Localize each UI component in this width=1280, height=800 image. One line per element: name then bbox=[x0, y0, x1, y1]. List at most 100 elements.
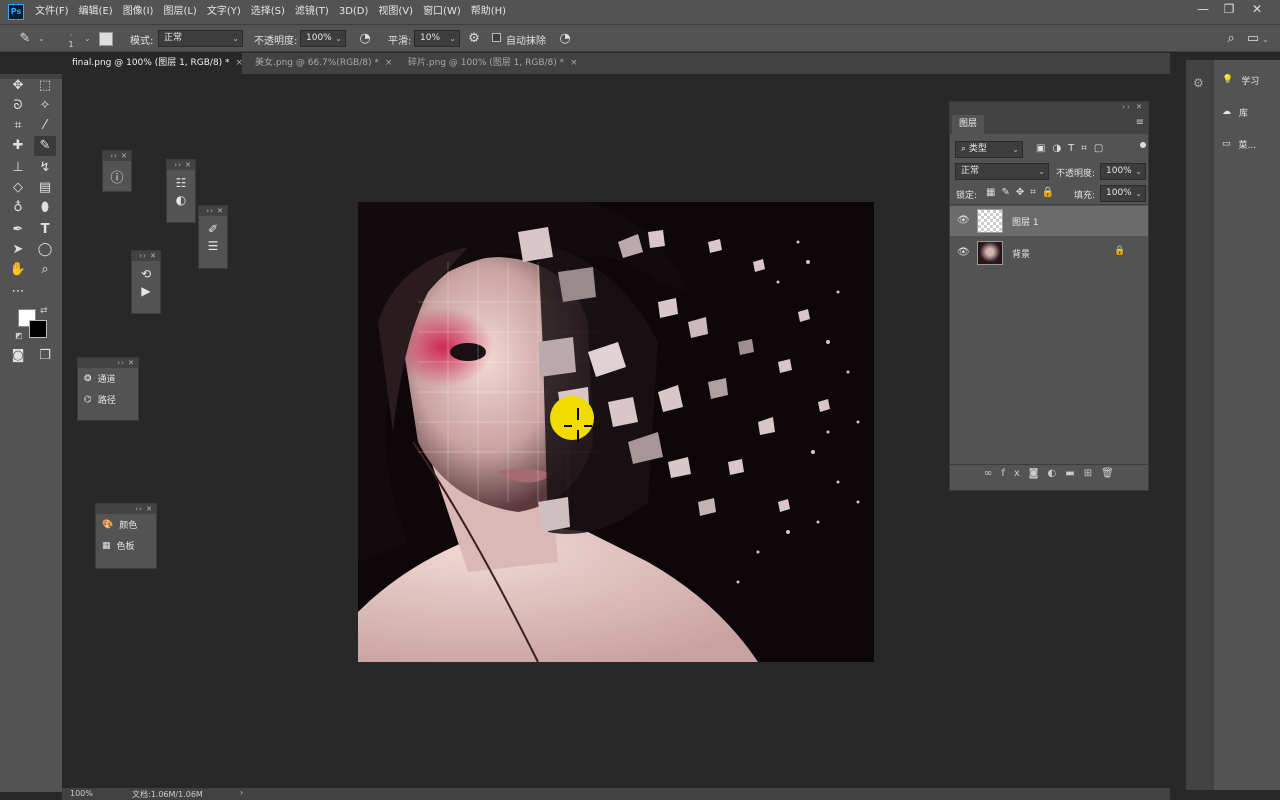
workspace-icon[interactable]: ▭ bbox=[1244, 30, 1262, 48]
magic-wand-tool-icon[interactable]: ✧ bbox=[34, 96, 56, 116]
layers-panel-grip[interactable]: ›› ✕ bbox=[950, 102, 1148, 113]
pressure-opacity-icon[interactable]: ◔ bbox=[356, 30, 374, 48]
healing-brush-tool-icon[interactable]: ✚ bbox=[7, 136, 29, 156]
panel-grip[interactable]: ›› ✕ bbox=[96, 504, 156, 514]
properties-icon[interactable]: ☷ bbox=[167, 176, 195, 190]
close-icon[interactable]: × bbox=[570, 58, 578, 68]
marquee-tool-icon[interactable]: ⬚ bbox=[34, 76, 56, 96]
pencil-tool-preset-icon[interactable]: ✎ bbox=[16, 30, 34, 48]
chevron-down-icon[interactable]: ⌄ bbox=[1262, 35, 1269, 44]
panel-grip[interactable]: ›› ✕ bbox=[103, 151, 131, 161]
layer-row-layer1[interactable]: 👁 图层 1 bbox=[950, 206, 1148, 236]
color-item[interactable]: 🎨 颜色 bbox=[96, 514, 156, 535]
close-icon[interactable]: × bbox=[385, 58, 393, 68]
pressure-size-icon[interactable]: ◔ bbox=[556, 30, 574, 48]
dock-learn[interactable]: 💡 学习 bbox=[1222, 66, 1278, 94]
quick-mask-icon[interactable]: ◙ bbox=[7, 346, 29, 366]
dock-libraries[interactable]: ☁ 库 bbox=[1222, 98, 1278, 126]
document-canvas[interactable] bbox=[358, 202, 874, 662]
dodge-tool-icon[interactable]: ⬮ bbox=[34, 198, 56, 218]
screen-mode-icon[interactable]: ❐ bbox=[34, 346, 56, 366]
opacity-field[interactable]: 100% ⌄ bbox=[300, 30, 346, 47]
brush-size-picker[interactable]: · 1 bbox=[64, 31, 78, 49]
adjustments-icon[interactable]: ◐ bbox=[167, 193, 195, 207]
layer-row-background[interactable]: 👁 背景 🔒 bbox=[950, 238, 1148, 268]
blend-mode-dropdown[interactable]: 正常 ⌄ bbox=[955, 163, 1049, 180]
gradient-tool-icon[interactable]: ▤ bbox=[34, 178, 56, 198]
chevron-down-icon[interactable]: ⌄ bbox=[84, 34, 91, 43]
menu-file[interactable]: 文件(F) bbox=[30, 0, 74, 24]
menu-3d[interactable]: 3D(D) bbox=[334, 0, 374, 24]
auto-erase-checkbox[interactable] bbox=[492, 33, 501, 42]
lasso-tool-icon[interactable]: ᘐ bbox=[7, 96, 29, 116]
history-brush-tool-icon[interactable]: ↯ bbox=[34, 158, 56, 178]
dock-third[interactable]: ▭ 菜... bbox=[1222, 130, 1278, 158]
default-colors-icon[interactable]: ◩ bbox=[15, 331, 23, 340]
stamp-tool-icon[interactable]: ⊥ bbox=[7, 158, 29, 178]
gear-icon[interactable]: ⚙ bbox=[465, 30, 483, 48]
menu-image[interactable]: 图像(I) bbox=[118, 0, 159, 24]
panel-menu-icon[interactable]: ≡ bbox=[1136, 117, 1144, 128]
zoom-tool-icon[interactable]: ⌕ bbox=[34, 260, 56, 280]
layer-filter-dropdown[interactable]: ⌕ 类型 ⌄ bbox=[955, 141, 1023, 158]
adjustment-layer-icon[interactable]: ◐ bbox=[1048, 468, 1066, 479]
minimize-button[interactable]: — bbox=[1190, 0, 1216, 20]
more-tools-icon[interactable]: ⋯ bbox=[7, 282, 29, 302]
tab-meinv-png[interactable]: 美女.png @ 66.7%(RGB/8) * × bbox=[245, 53, 395, 74]
ellipse-tool-icon[interactable]: ◯ bbox=[34, 240, 56, 260]
menu-select[interactable]: 选择(S) bbox=[246, 0, 290, 24]
pencil-tool-icon[interactable]: ✎ bbox=[34, 136, 56, 156]
eraser-tool-icon[interactable]: ◇ bbox=[7, 178, 29, 198]
link-layers-icon[interactable]: ∞ bbox=[984, 468, 1001, 479]
panel-grip[interactable]: ›› ✕ bbox=[78, 358, 138, 368]
mode-dropdown[interactable]: 正常 ⌄ bbox=[158, 30, 243, 47]
layer-filter-icons[interactable]: ▣◑T⌗▢ bbox=[1036, 143, 1110, 154]
menu-view[interactable]: 视图(V) bbox=[373, 0, 418, 24]
close-window-button[interactable]: ✕ bbox=[1244, 0, 1270, 20]
crop-tool-icon[interactable]: ⌗ bbox=[7, 116, 29, 136]
tab-suipian-png[interactable]: 碎片.png @ 100% (图层 1, RGB/8) * × bbox=[398, 53, 583, 74]
trash-icon[interactable]: 🗑 bbox=[1101, 468, 1123, 479]
type-tool-icon[interactable]: T bbox=[34, 220, 56, 240]
hand-tool-icon[interactable]: ✋ bbox=[7, 260, 29, 280]
tab-final-png[interactable]: final.png @ 100% (图层 1, RGB/8) * × bbox=[62, 53, 244, 74]
eyedropper-tool-icon[interactable]: ⁄ bbox=[34, 116, 56, 136]
fill-field[interactable]: 100% ⌄ bbox=[1100, 185, 1146, 202]
lock-icons[interactable]: ▦✎✥⌗🔒 bbox=[986, 187, 1060, 198]
fx-icon[interactable]: fx bbox=[1001, 468, 1028, 479]
new-layer-icon[interactable]: ⊞ bbox=[1084, 468, 1101, 479]
info-icon[interactable]: ⓘ bbox=[103, 167, 131, 186]
close-icon[interactable]: × bbox=[236, 58, 244, 68]
pen-tool-icon[interactable]: ✒ bbox=[7, 220, 29, 240]
search-icon[interactable]: ⌕ bbox=[1222, 30, 1240, 48]
menu-help[interactable]: 帮助(H) bbox=[466, 0, 511, 24]
zoom-level[interactable]: 100% bbox=[70, 789, 93, 798]
actions-play-icon[interactable]: ▶ bbox=[132, 284, 160, 298]
chevron-down-icon[interactable]: ⌄ bbox=[38, 34, 45, 43]
blur-tool-icon[interactable]: ♁ bbox=[7, 198, 29, 218]
group-folder-icon[interactable]: ▬ bbox=[1065, 468, 1083, 479]
path-selection-tool-icon[interactable]: ➤ bbox=[7, 240, 29, 260]
panel-grip[interactable]: ›› ✕ bbox=[167, 160, 195, 170]
add-mask-icon[interactable]: ◙ bbox=[1029, 468, 1048, 479]
visibility-eye-icon[interactable]: 👁 bbox=[957, 247, 970, 259]
move-tool-icon[interactable]: ✥ bbox=[7, 76, 29, 96]
brush-settings-icon[interactable]: ✐ bbox=[199, 222, 227, 236]
brush-panel-toggle-icon[interactable] bbox=[99, 32, 113, 46]
smooth-field[interactable]: 10% ⌄ bbox=[414, 30, 460, 47]
swatches-item[interactable]: ▦ 色板 bbox=[96, 535, 156, 556]
layer-opacity-field[interactable]: 100% ⌄ bbox=[1100, 163, 1146, 180]
menu-filter[interactable]: 滤镜(T) bbox=[290, 0, 334, 24]
brush-presets-icon[interactable]: ☰ bbox=[199, 239, 227, 253]
swap-colors-icon[interactable]: ⇄ bbox=[40, 306, 48, 316]
tab-layers[interactable]: 图层 bbox=[952, 115, 985, 134]
learn-gear-icon[interactable]: ⚙ bbox=[1193, 76, 1204, 90]
menu-type[interactable]: 文字(Y) bbox=[202, 0, 246, 24]
channels-item[interactable]: ❂ 通道 bbox=[78, 368, 138, 389]
status-menu-arrow[interactable]: › bbox=[240, 788, 243, 797]
restore-button[interactable]: ❐ bbox=[1216, 0, 1242, 20]
filter-toggle-icon[interactable] bbox=[1140, 142, 1146, 148]
visibility-eye-icon[interactable]: 👁 bbox=[957, 215, 970, 227]
panel-grip[interactable]: ›› ✕ bbox=[132, 251, 160, 261]
panel-grip[interactable]: ›› ✕ bbox=[199, 206, 227, 216]
